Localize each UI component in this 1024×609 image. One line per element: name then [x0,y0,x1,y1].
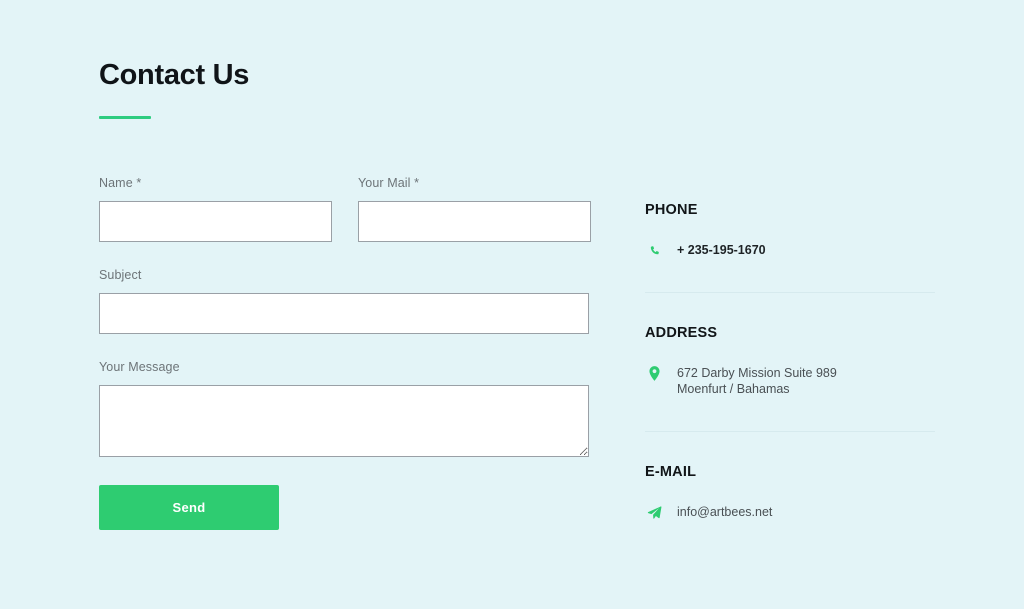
paper-plane-icon [645,504,663,520]
page-heading-block: Contact Us [99,55,249,119]
info-heading-address: ADDRESS [645,325,718,341]
info-text-email[interactable]: info@artbees.net [677,504,772,520]
info-group-address: ADDRESS 672 Darby Mission Suite 989 Moen… [645,323,935,432]
name-input[interactable] [99,201,332,242]
phone-icon [645,242,663,256]
field-label-subject: Subject [99,268,142,282]
address-line-2: Moenfurt / Bahamas [677,382,790,396]
form-spacer-1 [99,242,591,267]
page-title: Contact Us [99,59,250,91]
info-divider-1 [645,292,935,293]
field-name: Name * [99,175,332,242]
field-label-mail: Your Mail * [358,176,420,190]
form-row-name-mail: Name * Your Mail * [99,175,591,242]
field-message: Your Message [99,359,589,457]
field-subject: Subject [99,267,589,334]
contact-page: Contact Us Name * Your Mail * Subject Yo… [0,0,1024,609]
info-row-phone: + 235-195-1670 [645,242,935,258]
email-input[interactable] [358,201,591,242]
info-text-address: 672 Darby Mission Suite 989 Moenfurt / B… [677,365,837,397]
form-spacer-2 [99,334,591,359]
map-pin-icon [645,365,663,381]
info-divider-2 [645,431,935,432]
info-group-email: E-MAIL info@artbees.net [645,462,935,520]
address-line-1: 672 Darby Mission Suite 989 [677,366,837,380]
info-group-phone: PHONE + 235-195-1670 [645,200,935,293]
field-label-name: Name * [99,176,142,190]
field-mail: Your Mail * [358,175,591,242]
title-accent-rule [99,116,151,119]
info-row-address: 672 Darby Mission Suite 989 Moenfurt / B… [645,365,935,397]
info-heading-phone: PHONE [645,202,698,218]
contact-info-sidebar: PHONE + 235-195-1670 ADDRESS 672 Darby M… [645,200,935,520]
field-label-message: Your Message [99,360,180,374]
info-text-phone[interactable]: + 235-195-1670 [677,242,766,258]
contact-form: Name * Your Mail * Subject Your Message … [99,175,591,530]
info-row-email: info@artbees.net [645,504,935,520]
send-button[interactable]: Send [99,485,279,530]
info-heading-email: E-MAIL [645,464,697,480]
subject-input[interactable] [99,293,589,334]
message-textarea[interactable] [99,385,589,457]
